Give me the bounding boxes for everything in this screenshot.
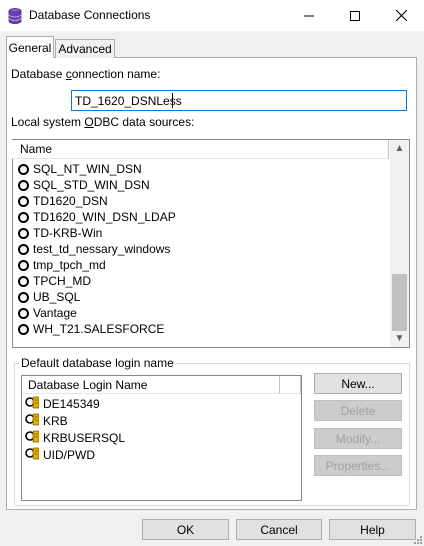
odbc-source-label: WH_T21.SALESFORCE — [33, 322, 165, 336]
odbc-source-item[interactable]: tmp_tpch_md — [18, 257, 106, 273]
minimize-button[interactable] — [286, 0, 332, 31]
radio-button-icon — [18, 195, 29, 207]
radio-button-icon — [18, 179, 29, 191]
database-login-icon — [25, 447, 43, 463]
text-caret — [172, 93, 173, 108]
login-header-spacer — [281, 376, 301, 394]
radio-button-icon — [18, 307, 29, 319]
cancel-button[interactable]: Cancel — [236, 519, 322, 540]
odbc-source-item[interactable]: TD1620_WIN_DSN_LDAP — [18, 209, 176, 225]
login-name-label: KRBUSERSQL — [43, 430, 126, 445]
minimize-icon — [304, 15, 314, 16]
connection-name-label: Database connection name: — [11, 67, 161, 81]
odbc-source-item[interactable]: UB_SQL — [18, 289, 80, 305]
database-connections-icon — [8, 8, 22, 24]
connection-name-input[interactable] — [71, 90, 407, 111]
odbc-name-column-header[interactable]: Name — [12, 140, 389, 159]
odbc-source-item[interactable]: SQL_NT_WIN_DSN — [18, 161, 142, 177]
radio-button-icon — [18, 163, 29, 175]
default-login-group-label: Default database login name — [19, 356, 176, 370]
ok-button[interactable]: OK — [142, 519, 229, 540]
radio-button-icon — [18, 291, 29, 303]
scroll-down-icon[interactable]: ▼ — [390, 330, 409, 347]
odbc-source-label: SQL_STD_WIN_DSN — [33, 178, 150, 192]
radio-button-icon — [18, 211, 29, 223]
modify-login-button[interactable]: Modify... — [314, 428, 402, 449]
login-name-label: UID/PWD — [43, 447, 95, 462]
odbc-source-item[interactable]: test_td_nessary_windows — [18, 241, 170, 257]
window-title: Database Connections — [29, 8, 151, 22]
new-login-button[interactable]: New... — [314, 373, 402, 394]
odbc-source-item[interactable]: SQL_STD_WIN_DSN — [18, 177, 150, 193]
odbc-scroll-thumb[interactable] — [392, 274, 407, 331]
odbc-source-item[interactable]: TD1620_DSN — [18, 193, 108, 209]
close-button[interactable] — [378, 0, 424, 31]
odbc-source-label: test_td_nessary_windows — [33, 242, 171, 256]
login-name-item[interactable]: UID/PWD — [25, 446, 95, 463]
odbc-sources-label: Local system ODBC data sources: — [11, 115, 195, 129]
odbc-source-item[interactable]: Vantage — [18, 305, 77, 321]
radio-button-icon — [18, 323, 29, 335]
database-login-icon — [25, 430, 43, 446]
login-name-column-header[interactable]: Database Login Name — [22, 376, 280, 394]
odbc-source-label: TD1620_WIN_DSN_LDAP — [33, 210, 176, 224]
radio-button-icon — [18, 259, 29, 271]
odbc-source-label: TPCH_MD — [33, 274, 92, 288]
tab-general[interactable]: General — [6, 36, 54, 58]
scroll-up-icon[interactable]: ▲ — [390, 140, 409, 157]
odbc-sources-list[interactable]: SQL_NT_WIN_DSN SQL_STD_WIN_DSN TD1620_DSN T… — [12, 139, 410, 348]
database-login-icon — [25, 413, 43, 429]
login-properties-button[interactable]: Properties... — [314, 455, 402, 476]
login-name-label: KRB — [43, 413, 68, 428]
odbc-source-label: SQL_NT_WIN_DSN — [33, 162, 142, 176]
odbc-source-label: Vantage — [33, 306, 77, 320]
maximize-button[interactable] — [332, 0, 378, 31]
delete-login-button[interactable]: Delete — [314, 400, 402, 421]
radio-button-icon — [18, 243, 29, 255]
radio-button-icon — [18, 227, 29, 239]
odbc-source-item[interactable]: TD-KRB-Win — [18, 225, 102, 241]
radio-button-icon — [18, 275, 29, 287]
resize-grip-icon[interactable] — [412, 534, 422, 544]
odbc-source-label: UB_SQL — [33, 290, 81, 304]
odbc-source-item[interactable]: WH_T21.SALESFORCE — [18, 321, 164, 337]
login-name-item[interactable]: KRB — [25, 412, 68, 429]
odbc-source-label: TD-KRB-Win — [33, 226, 103, 240]
close-icon — [395, 10, 407, 21]
maximize-icon — [350, 10, 360, 21]
help-button[interactable]: Help — [329, 519, 416, 540]
odbc-source-label: TD1620_DSN — [33, 194, 108, 208]
login-name-label: DE145349 — [43, 396, 100, 411]
login-name-item[interactable]: KRBUSERSQL — [25, 429, 125, 446]
odbc-source-label: tmp_tpch_md — [33, 258, 106, 272]
tab-advanced[interactable]: Advanced — [55, 39, 115, 58]
odbc-source-item[interactable]: TPCH_MD — [18, 273, 91, 289]
database-login-icon — [25, 396, 43, 412]
login-name-item[interactable]: DE145349 — [25, 395, 100, 412]
